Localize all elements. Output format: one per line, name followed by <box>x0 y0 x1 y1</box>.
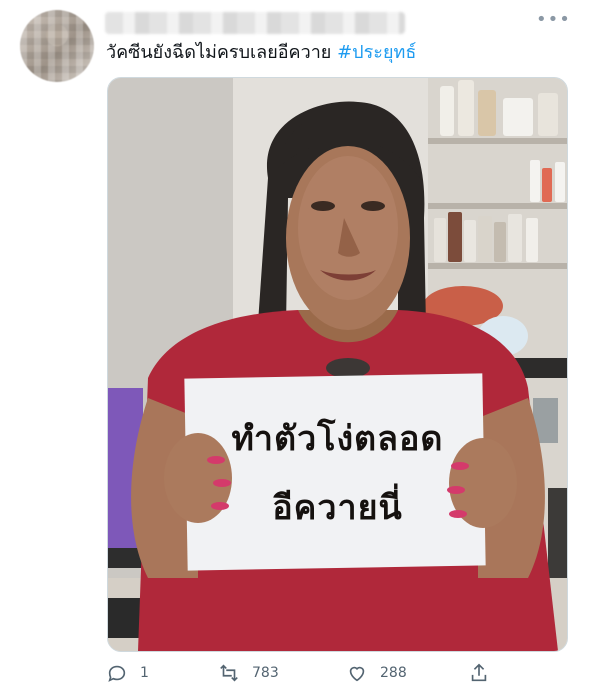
retweet-icon <box>220 664 238 682</box>
hashtag-link[interactable]: #ประยุทธ์ <box>337 42 416 63</box>
share-icon <box>471 663 487 682</box>
tweet-actions: 1 783 288 <box>106 662 566 686</box>
tweet-body: วัคซีนยังฉีดไม่ครบเลยอีควาย <box>106 42 332 63</box>
more-horizontal-icon: ••• <box>536 9 571 30</box>
like-button[interactable]: 288 <box>346 662 407 684</box>
retweet-button[interactable]: 783 <box>218 662 279 684</box>
reply-icon <box>108 665 126 682</box>
avatar[interactable] <box>20 10 94 82</box>
reply-button[interactable]: 1 <box>106 662 149 684</box>
sign-text-line-1: ทำตัวโง่ตลอด <box>231 419 444 459</box>
more-options-button[interactable]: ••• <box>536 10 570 30</box>
reply-count: 1 <box>140 665 149 681</box>
retweet-count: 783 <box>252 665 279 681</box>
author-name-blurred[interactable] <box>105 12 405 34</box>
sign-text-line-2: อีควายนี่ <box>272 488 403 528</box>
like-count: 288 <box>380 665 407 681</box>
share-button[interactable] <box>468 662 490 684</box>
tweet-card[interactable]: ••• วัคซีนยังฉีดไม่ครบเลยอีควาย #ประยุทธ… <box>0 0 591 682</box>
heart-icon <box>349 666 365 682</box>
tweet-text: วัคซีนยังฉีดไม่ครบเลยอีควาย #ประยุทธ์ <box>106 40 566 66</box>
photo-illustration <box>108 78 567 651</box>
tweet-photo[interactable]: ทำตัวโง่ตลอด อีควายนี่ <box>107 77 568 652</box>
